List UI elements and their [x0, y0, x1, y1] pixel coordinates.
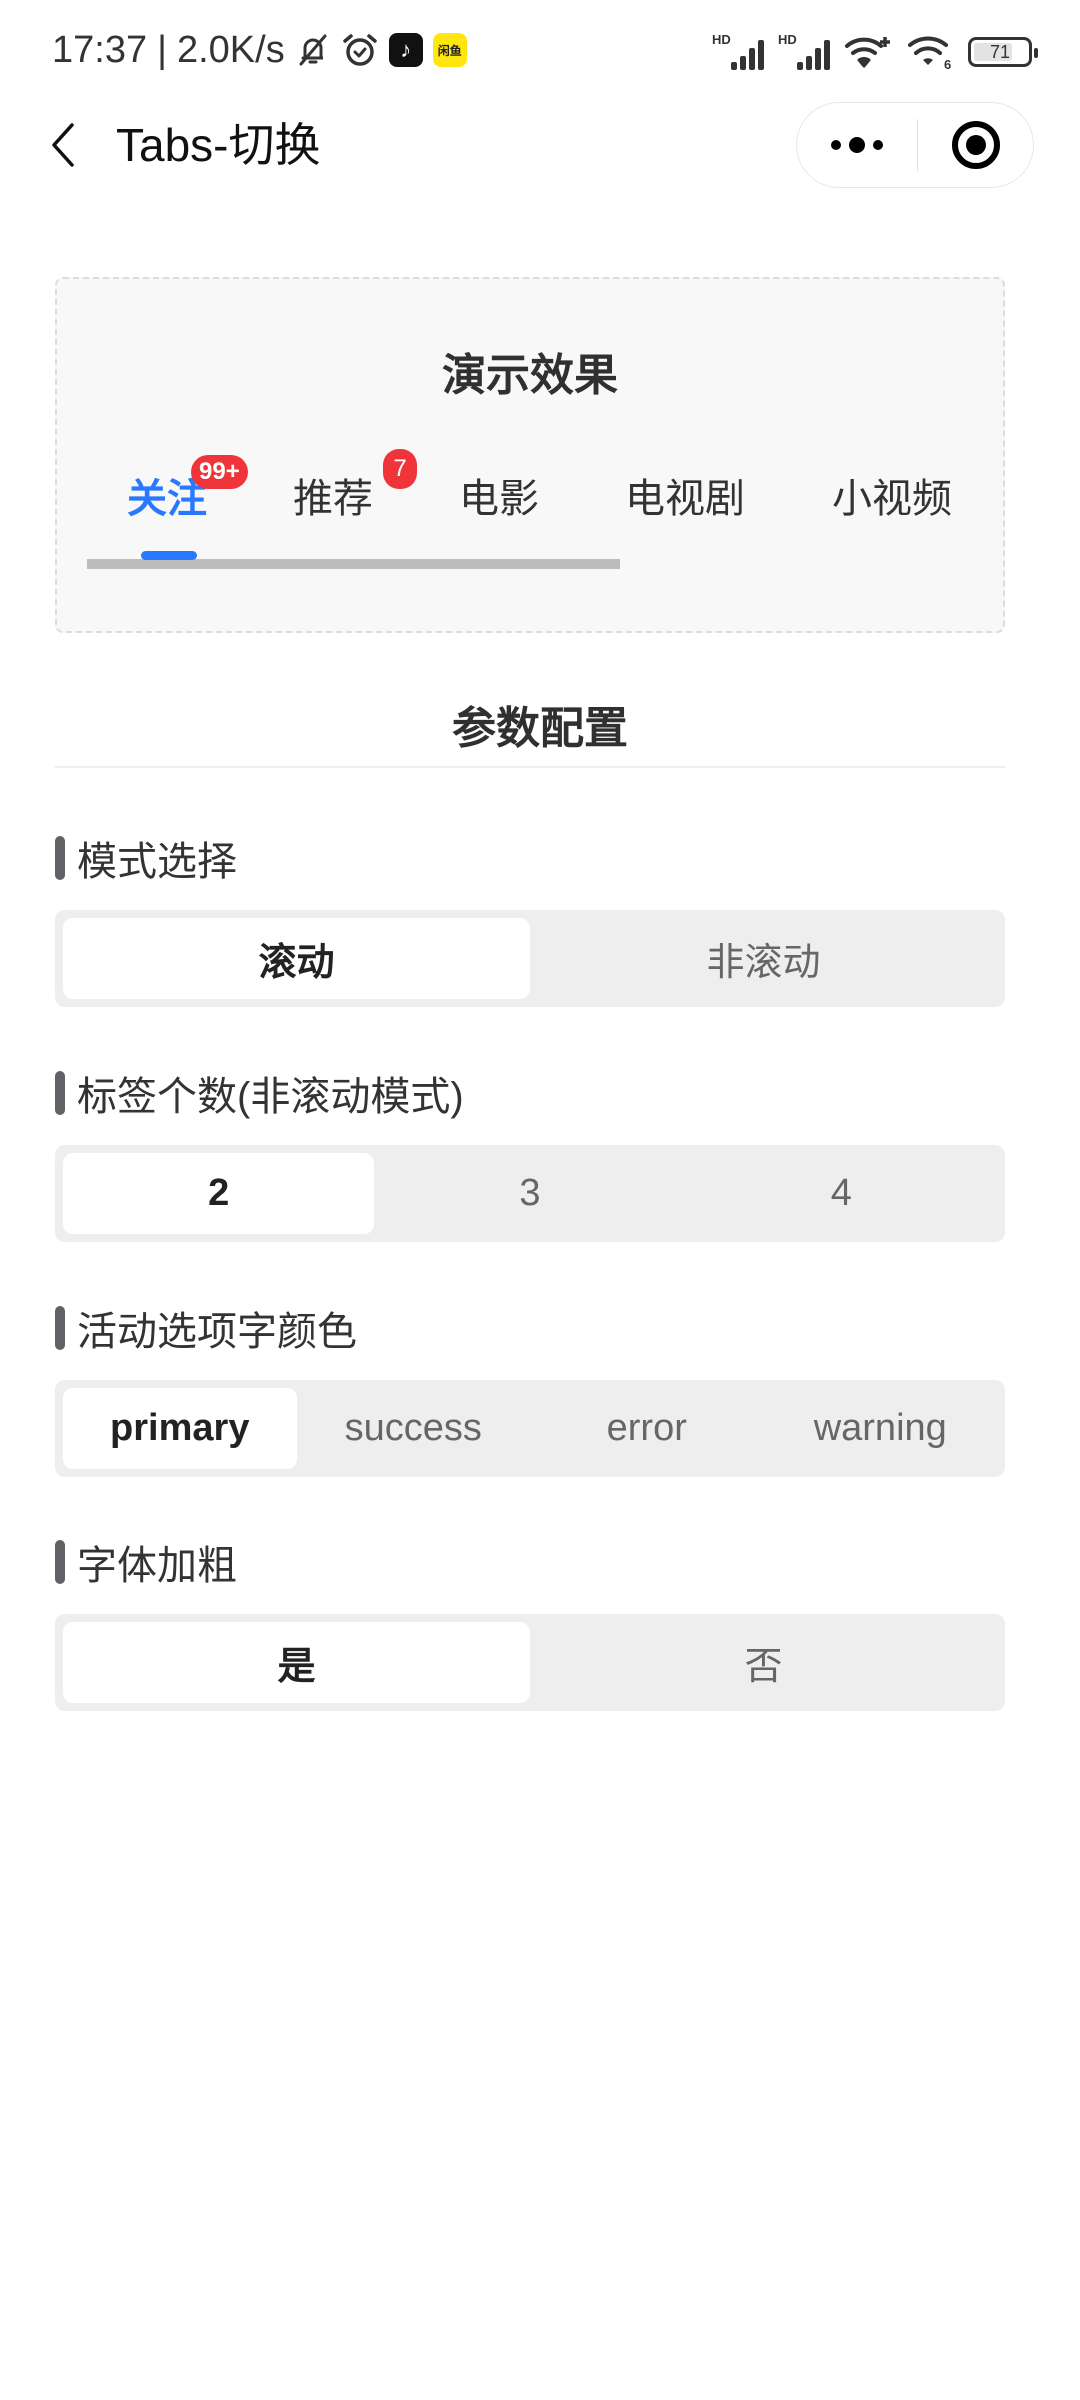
separator: |: [157, 28, 167, 71]
tab-short-video[interactable]: 小视频: [832, 469, 952, 529]
status-bar-right: HD HD 6 71: [712, 30, 1038, 74]
page-title: Tabs-切换: [116, 119, 321, 171]
label-accent-bar: [55, 1306, 65, 1350]
segment-count-3[interactable]: 3: [374, 1153, 685, 1234]
group-label: 模式选择: [55, 833, 237, 884]
group-label-text: 标签个数(非滚动模式): [77, 1075, 464, 1119]
tabs-scrollbar[interactable]: [87, 559, 620, 569]
chevron-left-icon: [52, 123, 74, 167]
svg-text:6: 6: [944, 57, 951, 71]
tab-label: 电视剧: [625, 477, 745, 521]
tab-badge: 7: [383, 449, 417, 489]
tab-label: 电影: [459, 477, 539, 521]
tab-follow[interactable]: 关注 99+: [127, 455, 248, 529]
segment-count-4[interactable]: 4: [686, 1153, 997, 1234]
tabs-bar: 关注 99+ 推荐 7 电影 电视剧 小视频: [87, 449, 987, 559]
network-speed: 2.0K/s: [176, 28, 285, 71]
demo-title: 演示效果: [442, 351, 618, 400]
group-label-text: 字体加粗: [77, 1544, 237, 1588]
group-label-text: 模式选择: [77, 840, 237, 884]
more-dots-icon: [831, 137, 883, 153]
more-button[interactable]: [797, 103, 917, 187]
group-label: 字体加粗: [55, 1537, 237, 1588]
segment-primary[interactable]: primary: [63, 1388, 297, 1469]
label-accent-bar: [55, 1540, 65, 1584]
hd-label: HD: [778, 32, 797, 47]
config-divider: [55, 766, 1005, 768]
cellular-signal-icon-2: HD: [778, 32, 830, 70]
cellular-signal-icon: HD: [712, 32, 764, 70]
alarm-icon: [341, 31, 379, 69]
segment-no[interactable]: 否: [530, 1622, 997, 1703]
tab-recommend[interactable]: 推荐 7: [293, 449, 417, 529]
segment-yes[interactable]: 是: [63, 1622, 530, 1703]
target-circle-icon: [951, 121, 1000, 169]
clock: 17:37: [52, 28, 148, 71]
xianyu-app-icon: 闲鱼: [432, 33, 467, 67]
tab-count-segmented-control: 2 3 4: [55, 1145, 1005, 1242]
wifi-plus-icon: [844, 34, 892, 70]
segment-success[interactable]: success: [297, 1388, 531, 1469]
miniprogram-capsule: [796, 102, 1034, 188]
tab-label: 小视频: [832, 477, 952, 521]
group-label: 活动选项字颜色: [55, 1303, 357, 1354]
group-label-text: 活动选项字颜色: [77, 1310, 357, 1354]
config-title: 参数配置: [452, 704, 628, 753]
hd-label: HD: [712, 32, 731, 47]
status-bar: 17:37 | 2.0K/s ♪ 闲鱼 HD HD 6 71: [0, 0, 1080, 100]
segment-error[interactable]: error: [530, 1388, 764, 1469]
battery-icon: 71: [968, 37, 1038, 67]
tab-label: 推荐: [293, 477, 373, 521]
tiktok-app-icon: ♪: [388, 33, 423, 67]
back-button[interactable]: [38, 120, 88, 170]
segment-scroll[interactable]: 滚动: [63, 918, 530, 999]
bell-muted-icon: [295, 32, 331, 68]
bold-segmented-control: 是 否: [55, 1614, 1005, 1711]
tab-badge: 99+: [191, 455, 248, 489]
active-tab-indicator: [141, 551, 197, 560]
wifi6-icon: 6: [906, 33, 954, 71]
segment-non-scroll[interactable]: 非滚动: [530, 918, 997, 999]
status-bar-left: 17:37 | 2.0K/s ♪ 闲鱼: [52, 28, 467, 72]
demo-card: 演示效果 关注 99+ 推荐 7 电影 电视剧 小视频: [55, 277, 1005, 633]
tab-tv-series[interactable]: 电视剧: [625, 469, 745, 529]
close-miniprogram-button[interactable]: [918, 103, 1033, 187]
battery-percent: 71: [989, 41, 1011, 62]
label-accent-bar: [55, 1071, 65, 1115]
active-color-segmented-control: primary success error warning: [55, 1380, 1005, 1477]
label-accent-bar: [55, 836, 65, 880]
group-label: 标签个数(非滚动模式): [55, 1068, 464, 1119]
mode-segmented-control: 滚动 非滚动: [55, 910, 1005, 1007]
tab-movies[interactable]: 电影: [459, 469, 539, 529]
segment-count-2[interactable]: 2: [63, 1153, 375, 1234]
navigation-bar: Tabs-切换: [0, 100, 1080, 190]
segment-warning[interactable]: warning: [764, 1388, 998, 1469]
